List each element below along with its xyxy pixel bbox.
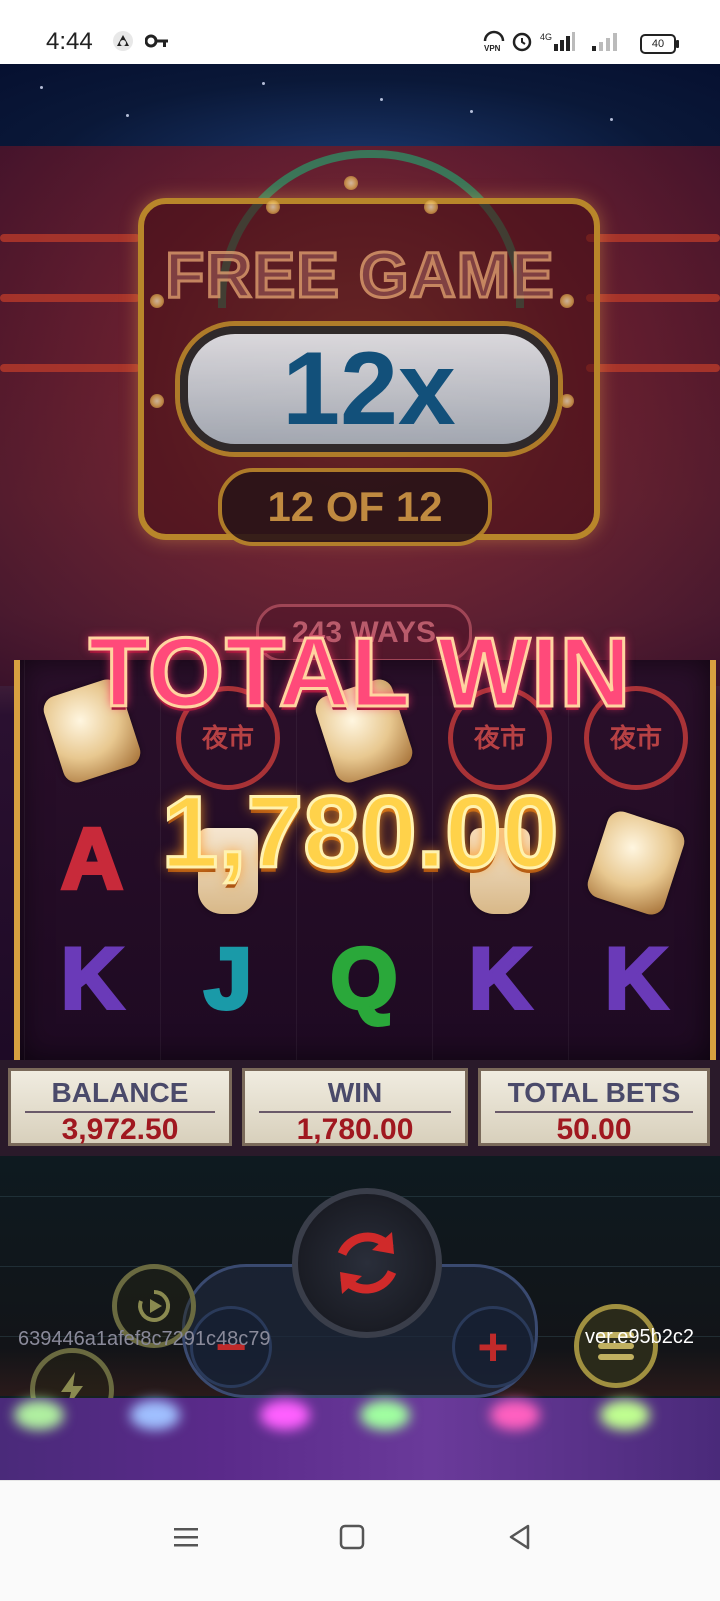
vpn-icon: VPN <box>482 30 506 53</box>
square-icon <box>339 1524 365 1550</box>
floor-lights <box>0 1398 720 1482</box>
refresh-icon <box>337 1232 397 1294</box>
menu-lines-icon <box>174 1528 198 1547</box>
signal-icon <box>590 30 620 52</box>
win-box: WIN 1,780.00 <box>242 1068 468 1146</box>
balance-label: BALANCE <box>51 1077 189 1108</box>
game-area[interactable]: FREE GAME 12x 12 OF 12 243 WAYS A K 夜市 J… <box>0 64 720 1512</box>
symbol-k: K <box>603 929 669 1029</box>
win-value: 1,780.00 <box>296 1113 414 1146</box>
total-win-title: TOTAL WIN <box>87 616 632 729</box>
game-session-id: 639446a1afef8c7291c48c79 <box>18 1328 271 1350</box>
marquee-bulb <box>560 394 574 408</box>
total-bets-label: TOTAL BETS <box>507 1077 681 1108</box>
symbol-k: K <box>59 929 125 1029</box>
key-icon <box>144 30 170 52</box>
home-button[interactable] <box>324 1509 380 1565</box>
win-label: WIN <box>327 1077 383 1108</box>
signal-4g-icon: 4G <box>540 30 576 52</box>
notification-icon <box>110 30 136 52</box>
total-bets-box: TOTAL BETS 50.00 <box>478 1068 710 1146</box>
marquee-bulb <box>344 176 358 190</box>
symbol-q: Q <box>329 929 400 1029</box>
symbol-j: J <box>202 929 254 1029</box>
total-bets-value: 50.00 <box>556 1113 632 1146</box>
status-bar: 4:44 VPN 4G 40 <box>0 0 720 64</box>
free-game-title: FREE GAME <box>164 238 555 313</box>
spin-button[interactable] <box>292 1188 442 1338</box>
control-panel: − + <box>0 1156 720 1432</box>
balance-value: 3,972.50 <box>61 1113 179 1146</box>
light-rail <box>0 364 140 372</box>
recent-apps-button[interactable] <box>158 1509 214 1565</box>
autoplay-icon <box>138 1289 171 1322</box>
symbol-k: K <box>467 929 533 1029</box>
system-nav-bar <box>0 1480 720 1601</box>
status-time: 4:44 <box>46 28 93 55</box>
back-triangle-icon <box>509 1524 530 1550</box>
battery-indicator: 40 <box>640 34 679 54</box>
free-spin-count-text: 12 OF 12 <box>267 483 443 530</box>
total-win-amount: 1,780.00 <box>160 774 560 891</box>
svg-text:VPN: VPN <box>484 44 501 53</box>
increase-bet-button[interactable]: + <box>452 1306 534 1388</box>
multiplier-value: 12x <box>282 331 456 447</box>
info-bar: BALANCE 3,972.50 WIN 1,780.00 TOTAL BETS… <box>0 1060 720 1156</box>
alarm-icon <box>510 30 534 52</box>
back-button[interactable] <box>492 1509 548 1565</box>
marquee-bulb <box>150 394 164 408</box>
night-sky <box>0 64 720 146</box>
balance-box: BALANCE 3,972.50 <box>8 1068 232 1146</box>
light-rail <box>586 364 720 372</box>
marquee-bulb <box>266 200 280 214</box>
version-label: ver.e95b2c2 <box>585 1326 694 1348</box>
marquee-bulb <box>424 200 438 214</box>
svg-text:4G: 4G <box>540 32 552 42</box>
